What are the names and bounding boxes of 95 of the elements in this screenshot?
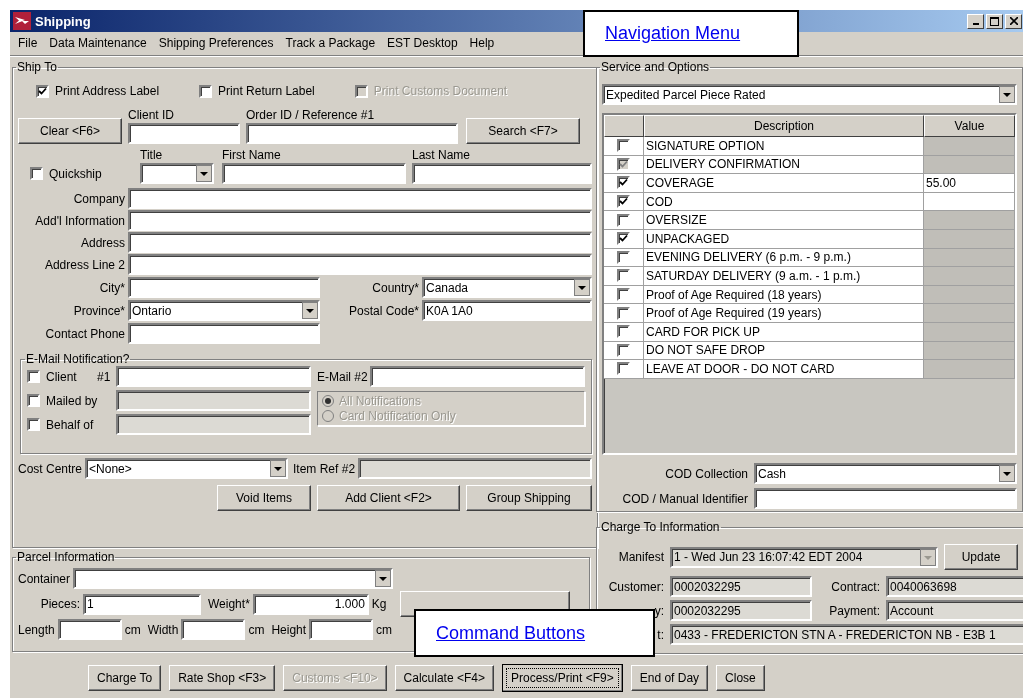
checkbox-label: Print Return Label bbox=[218, 84, 315, 98]
menu-item[interactable]: File bbox=[18, 35, 38, 51]
command-button[interactable]: Close bbox=[716, 665, 765, 691]
table-cell: OVERSIZE bbox=[644, 211, 924, 230]
column-header[interactable]: Value bbox=[924, 115, 1015, 137]
table-cell: Proof of Age Required (19 years) bbox=[644, 304, 924, 323]
group-title: E-Mail Notification? bbox=[25, 352, 131, 366]
postal-code-field[interactable]: K0A 1A0 bbox=[422, 300, 592, 321]
field-label: Last Name bbox=[412, 148, 472, 162]
checkbox-label: Behalf of bbox=[46, 417, 95, 432]
callout-link[interactable]: Command Buttons bbox=[436, 622, 586, 644]
contract-field[interactable]: 0040063698 bbox=[886, 576, 1023, 597]
table-cell: SIGNATURE OPTION bbox=[644, 137, 924, 156]
column-header[interactable]: Description bbox=[644, 115, 924, 137]
customer-field[interactable]: 0002032295 bbox=[670, 576, 812, 597]
group-title: Charge To Information bbox=[600, 520, 721, 534]
field-label: COD / Manual Identifier bbox=[621, 491, 748, 506]
group-title: Service and Options bbox=[600, 60, 711, 74]
checkbox-label: Print Customs Document bbox=[373, 84, 508, 98]
checkbox-label: Client bbox=[46, 369, 78, 384]
table-cell: SATURDAY DELIVERY (9 a.m. - 1 p.m.) bbox=[644, 267, 924, 286]
field-label: Payment: bbox=[828, 603, 880, 618]
menu-item[interactable]: Help bbox=[469, 35, 495, 51]
field-label: Province* bbox=[72, 303, 125, 318]
action-button[interactable]: Add Client <F2> bbox=[317, 485, 460, 511]
field-label: COD Collection bbox=[664, 466, 748, 481]
text-field[interactable]: 0002032295 bbox=[670, 600, 812, 621]
country-dropdown[interactable]: Canada bbox=[422, 277, 592, 298]
field-label: #1 bbox=[97, 369, 110, 384]
update-button[interactable]: Update bbox=[944, 544, 1018, 570]
field-label: Height bbox=[271, 622, 307, 637]
field-label: Length bbox=[18, 622, 55, 637]
unit-label: Kg bbox=[371, 597, 387, 611]
checkbox-label: Print Address Label bbox=[55, 84, 160, 98]
checkbox-label: Quickship bbox=[49, 166, 102, 181]
manifest-dropdown[interactable]: 1 - Wed Jun 23 16:07:42 EDT 2004 bbox=[670, 546, 938, 568]
radio-label: All Notifications bbox=[339, 394, 422, 408]
field-label: First Name bbox=[222, 148, 282, 162]
field-label: Manifest bbox=[617, 550, 664, 564]
field-label: Contact Phone bbox=[44, 326, 125, 341]
group-title: Ship To bbox=[16, 60, 58, 74]
field-label: Customer: bbox=[607, 579, 664, 594]
field-label: Contract: bbox=[830, 579, 880, 594]
province-dropdown[interactable]: Ontario bbox=[128, 300, 320, 321]
callout-link[interactable]: Navigation Menu bbox=[605, 23, 741, 44]
weight-field[interactable]: 1.000 bbox=[252, 593, 369, 615]
field-label: Cost Centre bbox=[18, 461, 83, 476]
unit-label: cm bbox=[124, 622, 141, 637]
action-button[interactable]: Group Shipping bbox=[466, 485, 592, 511]
field-label: Width bbox=[147, 622, 179, 637]
field-label: Address bbox=[79, 235, 125, 250]
search-button[interactable]: Search <F7> bbox=[466, 118, 580, 144]
field-label: y: bbox=[653, 603, 664, 618]
cost-centre-dropdown[interactable]: <None> bbox=[85, 458, 289, 479]
field-label: Postal Code* bbox=[347, 303, 419, 318]
field-label: Container bbox=[18, 571, 71, 586]
field-label: Pieces: bbox=[39, 597, 80, 611]
field-label: Company bbox=[72, 191, 125, 206]
command-button[interactable]: Process/Print <F9> bbox=[502, 664, 623, 692]
field-label: E-Mail #2 bbox=[317, 369, 368, 384]
table-cell: COVERAGE bbox=[644, 174, 924, 193]
field-label: Add'l Information bbox=[34, 213, 125, 228]
cod-collection-dropdown[interactable]: Cash bbox=[754, 463, 1017, 484]
text-field[interactable]: 0433 - FREDERICTON STN A - FREDERICTON NB - E3B 1 bbox=[670, 624, 1023, 645]
menu-item[interactable]: Data Maintenance bbox=[49, 35, 147, 51]
field-label: t: bbox=[656, 627, 664, 642]
clear-button[interactable]: Clear <F6> bbox=[18, 118, 122, 144]
menu-item[interactable]: Track a Package bbox=[285, 35, 376, 51]
unit-label: cm bbox=[248, 622, 265, 637]
field-label: Item Ref #2 bbox=[293, 461, 356, 476]
command-button[interactable]: Rate Shop <F3> bbox=[169, 665, 276, 691]
menu-item[interactable]: Shipping Preferences bbox=[158, 35, 274, 51]
payment-field[interactable]: Account bbox=[886, 600, 1023, 621]
command-button: Customs <F10> bbox=[283, 665, 387, 691]
table-cell: LEAVE AT DOOR - DO NOT CARD bbox=[644, 360, 924, 379]
value-cell[interactable]: 55.00 bbox=[924, 174, 1015, 193]
field-label: Client ID bbox=[128, 108, 175, 122]
field-label: City* bbox=[98, 280, 125, 295]
group-title: Parcel Information bbox=[16, 550, 116, 564]
window-title: Shipping bbox=[35, 13, 92, 29]
checkbox-label: Mailed by bbox=[46, 393, 99, 408]
menu-item[interactable]: EST Desktop bbox=[387, 35, 458, 51]
command-button[interactable]: Charge To bbox=[88, 665, 162, 691]
service-dropdown[interactable]: Expedited Parcel Piece Rated bbox=[602, 84, 1017, 105]
field-label: Address Line 2 bbox=[43, 257, 125, 272]
unit-label: cm bbox=[376, 622, 393, 637]
field-label: Country* bbox=[371, 280, 419, 295]
pieces-field[interactable]: 1 bbox=[83, 593, 201, 615]
field-label: Weight* bbox=[208, 597, 250, 611]
field-label: Title bbox=[140, 148, 164, 162]
command-button[interactable]: End of Day bbox=[630, 665, 709, 691]
field-label: Order ID / Reference #1 bbox=[246, 108, 376, 122]
command-button[interactable]: Calculate <F4> bbox=[394, 665, 494, 691]
action-button[interactable]: Void Items bbox=[217, 485, 311, 511]
radio-label: Card Notification Only bbox=[339, 409, 456, 423]
